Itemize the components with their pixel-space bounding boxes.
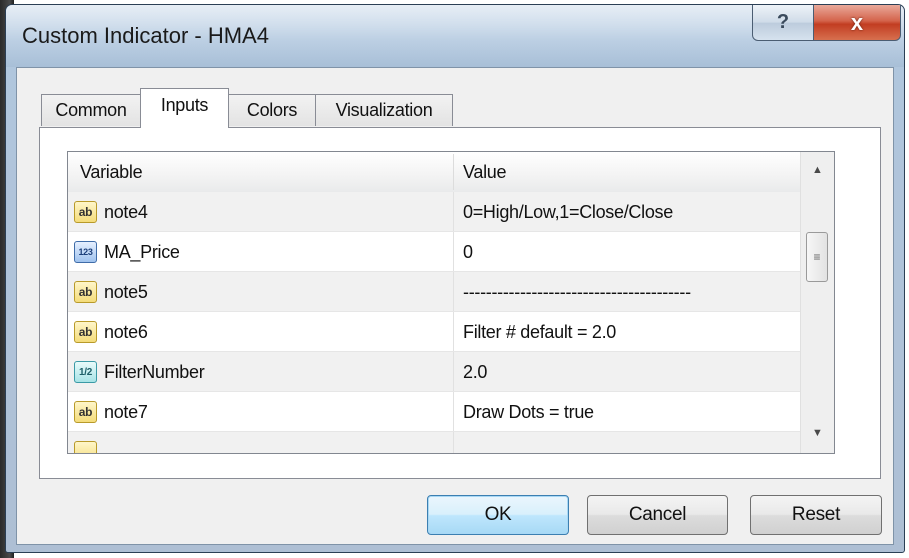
grid-header: Variable Value (68, 152, 834, 193)
table-row[interactable]: 123 MA_Price 0 (68, 232, 834, 272)
close-icon: x (850, 9, 864, 35)
column-header-variable[interactable]: Variable (80, 152, 143, 192)
table-row[interactable]: ab note5 -------------------------------… (68, 272, 834, 312)
variable-name: note6 (104, 321, 148, 342)
cell-divider (453, 192, 454, 232)
dialog-client-area: Common Inputs Colors Visualization Varia… (16, 67, 894, 545)
close-button[interactable]: x (813, 5, 901, 41)
variable-name: FilterNumber (104, 361, 205, 382)
variable-cell: 1/2 FilterNumber (74, 352, 205, 392)
table-row[interactable]: ab note6 Filter # default = 2.0 (68, 312, 834, 352)
value-cell[interactable]: ---------------------------------------- (463, 272, 691, 312)
value-cell[interactable]: 0 (463, 232, 473, 272)
column-header-value[interactable]: Value (463, 152, 507, 192)
ok-button[interactable]: OK (427, 495, 569, 535)
variable-cell: ab note6 (74, 312, 148, 352)
variable-name: note5 (104, 281, 148, 302)
tab-common[interactable]: Common (41, 94, 141, 126)
variable-name: note7 (104, 401, 148, 422)
scroll-up-arrow-icon[interactable]: ▲ (801, 152, 834, 188)
grip-icon: ≡ (813, 250, 821, 264)
table-row-partial[interactable] (68, 432, 834, 453)
variable-cell: ab note4 (74, 192, 148, 232)
scroll-thumb[interactable]: ≡ (806, 232, 828, 282)
value-cell[interactable]: Filter # default = 2.0 (463, 312, 616, 352)
tab-inputs[interactable]: Inputs (140, 88, 229, 128)
variable-name: MA_Price (104, 241, 180, 262)
integer-type-icon: 123 (74, 241, 97, 263)
variable-cell (74, 432, 104, 453)
inputs-tab-panel: Variable Value ab note4 0=High/Low,1=Clo… (39, 127, 881, 479)
window-title: Custom Indicator - HMA4 (22, 23, 269, 48)
tab-colors[interactable]: Colors (228, 94, 316, 126)
value-cell[interactable]: 2.0 (463, 352, 487, 392)
value-cell[interactable]: Draw Dots = true (463, 392, 594, 432)
dialog-window: Custom Indicator - HMA4 ? x Common Input… (5, 4, 905, 553)
cell-divider (453, 352, 454, 392)
cell-divider (453, 432, 454, 453)
title-bar[interactable]: Custom Indicator - HMA4 ? x (6, 5, 904, 67)
cancel-button[interactable]: Cancel (587, 495, 728, 535)
vertical-scrollbar[interactable]: ▲ ≡ ▼ (800, 152, 834, 453)
scroll-down-arrow-icon[interactable]: ▼ (801, 415, 834, 451)
help-button[interactable]: ? (752, 5, 814, 41)
tab-visualization[interactable]: Visualization (315, 94, 453, 126)
cell-divider (453, 232, 454, 272)
variable-cell: ab note5 (74, 272, 148, 312)
variable-cell: 123 MA_Price (74, 232, 180, 272)
string-type-icon: ab (74, 281, 97, 303)
inputs-grid: Variable Value ab note4 0=High/Low,1=Clo… (67, 151, 835, 454)
cell-divider (453, 272, 454, 312)
value-cell[interactable]: 0=High/Low,1=Close/Close (463, 192, 673, 232)
variable-cell: ab note7 (74, 392, 148, 432)
cell-divider (453, 392, 454, 432)
table-row[interactable]: ab note7 Draw Dots = true (68, 392, 834, 432)
string-type-icon: ab (74, 401, 97, 423)
cell-divider (453, 312, 454, 352)
table-row[interactable]: ab note4 0=High/Low,1=Close/Close (68, 192, 834, 232)
variable-name: note4 (104, 201, 148, 222)
column-divider[interactable] (453, 154, 454, 190)
string-type-icon (74, 441, 97, 453)
double-type-icon: 1/2 (74, 361, 97, 383)
table-row[interactable]: 1/2 FilterNumber 2.0 (68, 352, 834, 392)
string-type-icon: ab (74, 201, 97, 223)
reset-button[interactable]: Reset (750, 495, 882, 535)
help-icon: ? (776, 11, 790, 33)
string-type-icon: ab (74, 321, 97, 343)
